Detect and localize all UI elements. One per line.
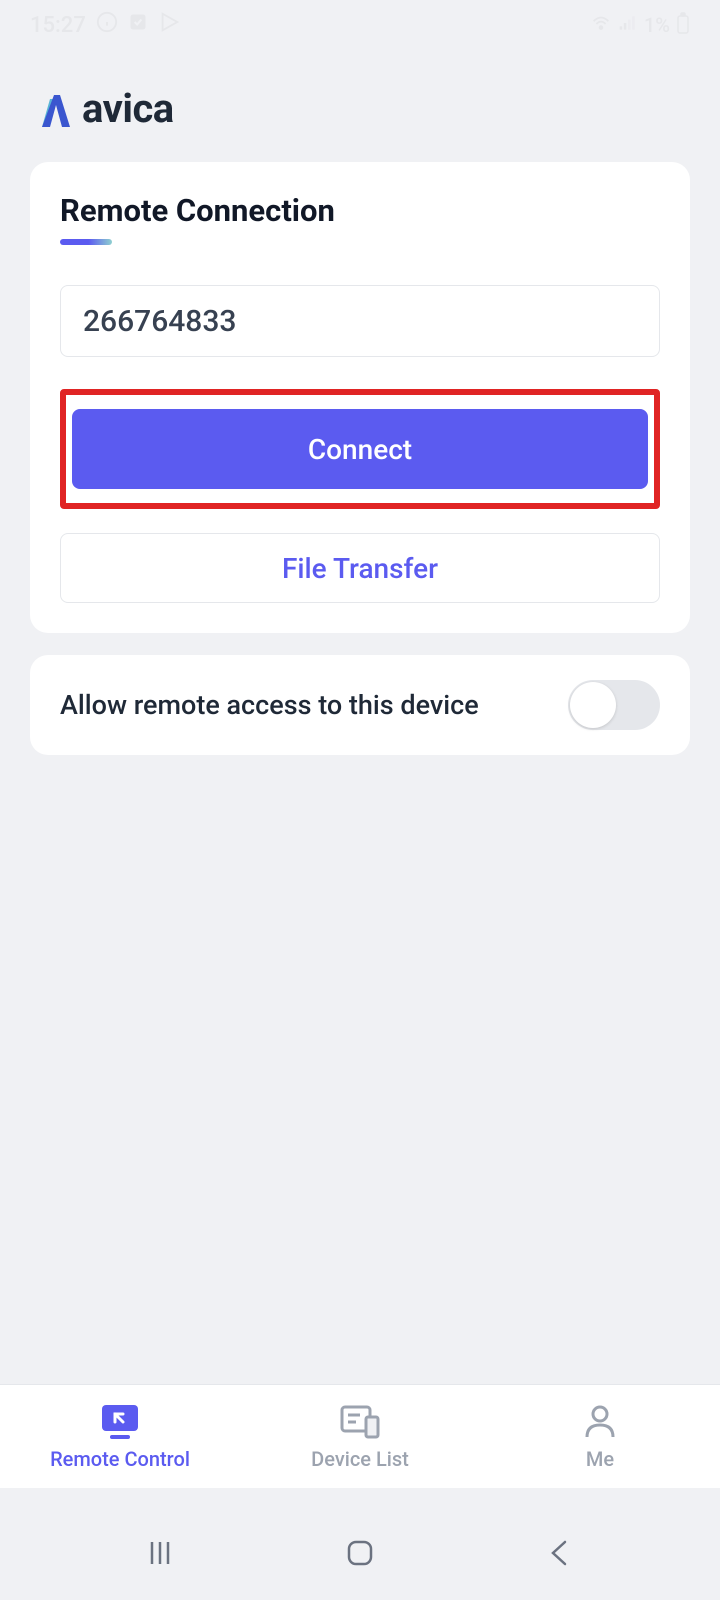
app-name: avica (82, 85, 174, 132)
nav-label: Remote Control (50, 1447, 190, 1471)
play-icon (158, 11, 180, 39)
remote-control-icon (96, 1403, 144, 1441)
status-bar: 15:27 1% (0, 0, 720, 50)
avica-logo-icon (30, 91, 70, 127)
info-icon (96, 11, 118, 39)
app-header: avica (0, 50, 720, 162)
toggle-knob (570, 682, 616, 728)
nav-remote-control[interactable]: Remote Control (0, 1385, 240, 1488)
battery-icon (676, 12, 690, 39)
title-underline (60, 239, 112, 245)
system-nav-bar (0, 1505, 720, 1600)
card-title: Remote Connection (60, 192, 660, 229)
check-icon (128, 12, 148, 38)
system-back-button[interactable] (530, 1533, 590, 1573)
connect-highlight: Connect (60, 389, 660, 509)
status-left: 15:27 (30, 11, 180, 39)
remote-id-input[interactable] (60, 285, 660, 357)
allow-remote-label: Allow remote access to this device (60, 689, 479, 721)
wifi-icon (590, 12, 612, 39)
remote-connection-card: Remote Connection Connect File Transfer (30, 162, 690, 633)
file-transfer-button[interactable]: File Transfer (60, 533, 660, 603)
connect-button[interactable]: Connect (72, 409, 648, 489)
user-icon (581, 1403, 619, 1441)
system-home-button[interactable] (330, 1533, 390, 1573)
nav-device-list[interactable]: Device List (240, 1385, 480, 1488)
status-time: 15:27 (30, 13, 86, 38)
signal-icon (618, 13, 638, 38)
battery-text: 1% (644, 13, 670, 37)
nav-label: Me (586, 1447, 614, 1471)
nav-me[interactable]: Me (480, 1385, 720, 1488)
allow-remote-toggle[interactable] (568, 680, 660, 730)
nav-label: Device List (311, 1447, 409, 1471)
bottom-nav: Remote Control Device List Me (0, 1384, 720, 1488)
device-list-icon (336, 1403, 384, 1441)
system-recents-button[interactable] (130, 1533, 190, 1573)
allow-remote-card: Allow remote access to this device (30, 655, 690, 755)
status-right: 1% (590, 12, 690, 39)
